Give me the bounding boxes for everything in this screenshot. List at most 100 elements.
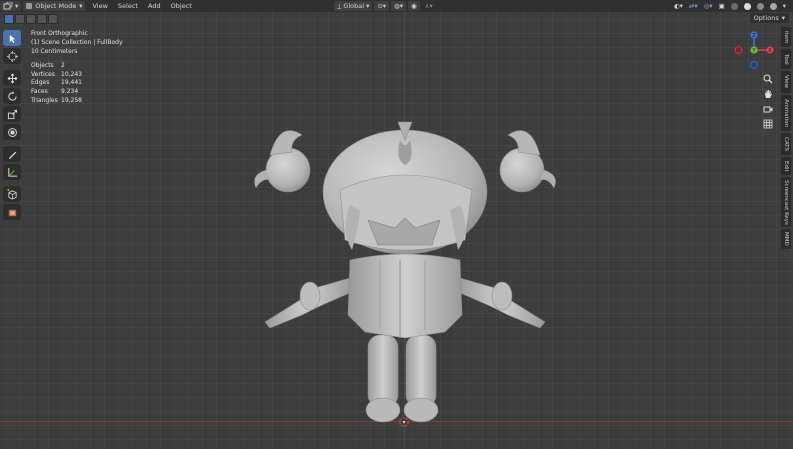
chevron-down-icon: ▾ [79, 2, 83, 10]
shading-material-button[interactable] [754, 1, 767, 11]
3d-viewport-icon [3, 2, 13, 10]
annotate-icon [8, 151, 16, 159]
left-toolbar [3, 30, 22, 222]
material-shading-icon [756, 2, 764, 10]
overlays-icon: ◎▾ [703, 2, 713, 10]
select-box-tool[interactable] [3, 30, 21, 46]
annotate-tool[interactable] [3, 146, 21, 162]
add-object-tool[interactable] [3, 204, 21, 220]
editor-type-button[interactable]: ▾ [0, 1, 22, 11]
overlays-toggle[interactable]: ◎▾ [701, 1, 716, 11]
measure-icon [7, 167, 17, 177]
falloff-dropdown[interactable]: ∧▾ [422, 1, 436, 11]
3d-cursor-icon[interactable] [398, 416, 410, 428]
proportional-edit-toggle[interactable]: ◉ [408, 1, 420, 11]
scale-tool[interactable] [3, 106, 21, 122]
tab-screencast-keys[interactable]: Screencast Keys [781, 177, 791, 227]
zoom-button[interactable] [761, 72, 775, 85]
select-invert-button[interactable] [37, 13, 47, 24]
eye-icon: ◐▾ [673, 2, 683, 10]
3d-viewport[interactable] [0, 0, 793, 449]
add-cube-tool[interactable] [3, 186, 21, 202]
select-new-button[interactable] [4, 13, 14, 24]
shading-solid-button[interactable] [741, 1, 754, 11]
grid-scale: 10 Centimeters [31, 48, 78, 55]
menu-select[interactable]: Select [113, 2, 143, 10]
visibility-dropdown[interactable]: ◐▾ [671, 1, 686, 11]
character-mesh[interactable] [240, 110, 570, 430]
add-cube-icon [6, 188, 17, 200]
xray-icon: ▣ [718, 2, 725, 10]
object-mode-icon [26, 3, 33, 9]
solid-shading-icon [743, 2, 751, 10]
cursor-tool[interactable] [3, 48, 21, 64]
proportional-edit-icon: ◉ [411, 2, 417, 10]
neg-x-handle [735, 46, 743, 54]
menu-add[interactable]: Add [143, 2, 166, 10]
sidebar-tabs: Item Tool View Animation CATS Edit Scree… [781, 27, 791, 251]
pan-button[interactable] [761, 87, 775, 100]
tab-view[interactable]: View [781, 71, 791, 93]
viewport-info: Front Orthographic (1) Scene Collection … [31, 29, 123, 56]
mode-dropdown[interactable]: Object Mode ▾ [23, 1, 86, 11]
tab-mmd[interactable]: MMD [781, 229, 791, 249]
stat-row: Triangles 19,258 [31, 96, 82, 104]
tab-animation[interactable]: Animation [781, 95, 791, 131]
pivot-point-dropdown[interactable]: ⊙▾ [374, 1, 390, 11]
transform-orientation-dropdown[interactable]: ⟂ Global ▾ [334, 1, 373, 11]
select-subtract-button[interactable] [26, 13, 36, 24]
wireframe-shading-icon [730, 2, 738, 10]
gizmo-toggle[interactable]: ⇄▾ [686, 1, 701, 11]
select-box-icon [9, 34, 15, 43]
orientation-icon: ⟂ [337, 1, 342, 10]
stat-row: Vertices 10,243 [31, 70, 82, 78]
navigation-gizmo[interactable]: Z X Y [735, 30, 775, 72]
shading-options-dropdown[interactable]: ▾ [780, 1, 789, 11]
scale-icon [7, 109, 17, 119]
snap-icon: ◍▾ [394, 2, 404, 10]
hand-icon [765, 89, 772, 98]
tab-edit[interactable]: Edit [781, 157, 791, 175]
rotate-icon [7, 90, 17, 101]
transform-icon [7, 127, 17, 137]
add-object-icon [8, 209, 16, 216]
chevron-down-icon: ▾ [781, 14, 785, 22]
menu-view[interactable]: View [87, 2, 112, 10]
rendered-shading-icon [769, 2, 777, 10]
rotate-tool[interactable] [3, 88, 21, 104]
collection-name: (1) Scene Collection | FullBody [31, 39, 123, 46]
mode-label: Object Mode [35, 2, 77, 10]
zoom-icon [763, 73, 773, 83]
ortho-toggle-button[interactable] [761, 117, 775, 130]
z-label: Z [752, 33, 756, 39]
xray-toggle[interactable]: ▣ [716, 1, 728, 11]
shading-wireframe-button[interactable] [728, 1, 741, 11]
select-extend-button[interactable] [15, 13, 25, 24]
grid-icon [763, 119, 773, 128]
shading-rendered-button[interactable] [767, 1, 780, 11]
move-icon [7, 73, 17, 83]
chevron-down-icon: ▾ [782, 2, 786, 10]
neg-z-handle [750, 61, 758, 69]
options-dropdown[interactable]: Options ▾ [749, 13, 789, 23]
falloff-icon: ∧▾ [424, 2, 433, 10]
stat-row: Objects 2 [31, 62, 65, 69]
camera-icon [763, 106, 773, 112]
tab-tool[interactable]: Tool [781, 49, 791, 69]
tab-cats[interactable]: CATS [781, 133, 791, 155]
move-tool[interactable] [3, 70, 21, 86]
stat-row: Faces 9,234 [31, 88, 79, 96]
gizmo-icon: ⇄▾ [688, 2, 698, 10]
tab-item[interactable]: Item [781, 27, 791, 47]
snap-toggle[interactable]: ◍▾ [391, 1, 407, 11]
cursor-icon [6, 50, 18, 62]
viewport-header: ▾ Object Mode ▾ View Select Add Object ⟂… [0, 0, 793, 12]
camera-view-button[interactable] [761, 102, 775, 115]
transform-tool[interactable] [3, 124, 21, 140]
options-label: Options [753, 14, 779, 22]
chevron-down-icon: ▾ [366, 2, 370, 10]
select-intersect-button[interactable] [48, 13, 58, 24]
scene-statistics: Objects 2 Vertices 10,243 Edges 19,441 Face… [31, 62, 82, 106]
menu-object[interactable]: Object [166, 2, 197, 10]
measure-tool[interactable] [3, 164, 21, 180]
